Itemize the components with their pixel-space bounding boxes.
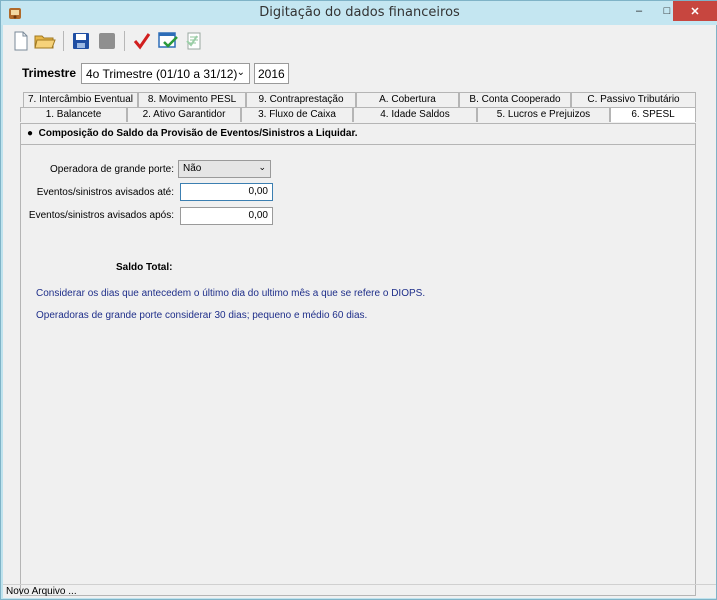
chevron-down-icon[interactable]: ⌄ <box>258 162 266 173</box>
tab-idade-saldos[interactable]: 4. Idade Saldos <box>353 107 477 122</box>
tab-fluxo-de-caixa[interactable]: 3. Fluxo de Caixa <box>241 107 353 122</box>
spesl-panel: ● Composição do Saldo da Provisão de Eve… <box>20 123 696 596</box>
operadora-label: Operadora de grande porte: <box>50 164 174 175</box>
avisados-ate-label: Eventos/sinistros avisados até: <box>36 187 174 198</box>
check-icon[interactable] <box>130 29 154 53</box>
bullet-icon: ● <box>27 128 39 139</box>
status-bar: Novo Arquivo ... <box>3 584 716 598</box>
note-dias-antecedem: Considerar os dias que antecedem o últim… <box>36 288 426 299</box>
tab-cobertura[interactable]: A. Cobertura <box>356 92 459 107</box>
operadora-value: Não <box>183 163 202 174</box>
toolbar <box>3 25 716 57</box>
validate-icon[interactable] <box>156 29 180 53</box>
tab-passivo-tributario[interactable]: C. Passivo Tributário <box>571 92 696 107</box>
tab-intercambio-eventual[interactable]: 7. Intercâmbio Eventual <box>23 92 138 107</box>
trimestre-value: 4o Trimestre (01/10 a 31/12) <box>86 66 238 81</box>
window-title: Digitação do dados financeiros <box>259 5 460 20</box>
title-bar[interactable]: Digitação do dados financeiros – □ ✕ <box>1 1 717 25</box>
avisados-apos-label: Eventos/sinistros avisados após: <box>28 210 174 221</box>
operadora-select[interactable]: Não ⌄ <box>178 160 271 178</box>
toolbar-separator <box>63 31 64 51</box>
chevron-down-icon[interactable]: ⌄ <box>237 67 245 78</box>
tab-row-2: 1. Balancete 2. Ativo Garantidor 3. Flux… <box>20 107 696 122</box>
tab-row-1: 7. Intercâmbio Eventual 8. Movimento PES… <box>23 92 696 107</box>
disabled-icon <box>95 29 119 53</box>
minimize-button[interactable]: – <box>625 1 653 21</box>
open-folder-icon[interactable] <box>33 29 57 53</box>
section-title-text: Composição do Saldo da Provisão de Event… <box>38 128 358 139</box>
saldo-total-label: Saldo Total: <box>116 262 173 273</box>
avisados-ate-input[interactable]: 0,00 <box>180 183 273 201</box>
note-grande-porte: Operadoras de grande porte considerar 30… <box>36 310 368 321</box>
tab-ativo-garantidor[interactable]: 2. Ativo Garantidor <box>127 107 241 122</box>
avisados-apos-input[interactable]: 0,00 <box>180 207 273 225</box>
year-input[interactable]: 2016 <box>254 63 289 84</box>
tab-movimento-pesl[interactable]: 8. Movimento PESL <box>138 92 246 107</box>
report-icon <box>182 29 206 53</box>
tab-contraprestacao[interactable]: 9. Contraprestação <box>246 92 356 107</box>
toolbar-separator <box>124 31 125 51</box>
app-window: Digitação do dados financeiros – □ ✕ Tri… <box>0 0 717 600</box>
tab-spesl[interactable]: 6. SPESL <box>610 107 696 122</box>
trimestre-label: Trimestre <box>22 66 77 80</box>
save-icon[interactable] <box>69 29 93 53</box>
tab-balancete[interactable]: 1. Balancete <box>20 107 127 122</box>
trimestre-select[interactable]: 4o Trimestre (01/10 a 31/12) ⌄ <box>81 63 250 84</box>
client-area: Trimestre 4o Trimestre (01/10 a 31/12) ⌄… <box>3 25 716 598</box>
tab-lucros-e-prejuizos[interactable]: 5. Lucros e Prejuizos <box>477 107 610 122</box>
section-divider <box>21 144 695 145</box>
tab-conta-cooperado[interactable]: B. Conta Cooperado <box>459 92 571 107</box>
section-title: ● Composição do Saldo da Provisão de Eve… <box>27 128 358 139</box>
new-file-icon[interactable] <box>9 29 33 53</box>
close-button[interactable]: ✕ <box>673 1 717 21</box>
